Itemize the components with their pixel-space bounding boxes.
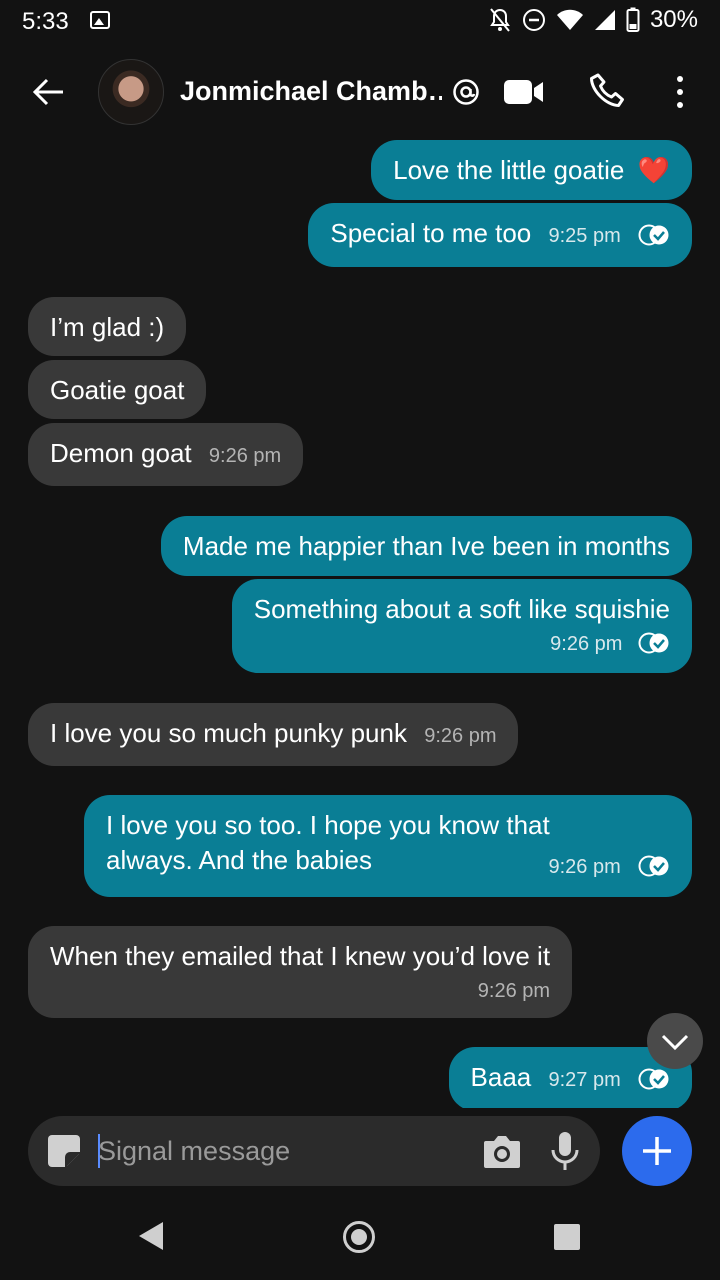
- message-text: Goatie goat: [50, 375, 185, 405]
- plus-icon: [643, 1137, 671, 1165]
- contact-name[interactable]: Jonmichael Chamb…: [180, 76, 442, 107]
- avatar[interactable]: [98, 59, 164, 125]
- message-time: 9:27 pm: [548, 1069, 621, 1091]
- sticker-icon[interactable]: [46, 1133, 82, 1169]
- gallery-notification-icon: [90, 11, 110, 29]
- wifi-icon: [556, 9, 583, 30]
- camera-icon[interactable]: [482, 1132, 522, 1170]
- system-navigation-bar: [0, 1190, 720, 1280]
- battery-percent: 30%: [649, 6, 698, 33]
- message-text: Special to me too: [330, 218, 532, 248]
- message-bubble-outgoing[interactable]: Special to me too 9:25 pm: [308, 203, 692, 267]
- back-arrow-icon[interactable]: [30, 74, 66, 110]
- message-time: 9:26 pm: [548, 856, 621, 878]
- overflow-menu-icon[interactable]: [670, 74, 690, 110]
- conversation-header: Jonmichael Chamb…: [0, 44, 720, 140]
- phone-call-icon[interactable]: [588, 72, 628, 112]
- heart-emoji: ❤️: [637, 155, 670, 185]
- message-text: Baaa: [470, 1062, 532, 1092]
- delivered-check-icon: [638, 855, 669, 877]
- delivered-check-icon: [638, 632, 669, 654]
- message-time: 9:26 pm: [208, 445, 282, 467]
- message-text: Demon goat: [50, 438, 192, 468]
- message-text-line: always. And the babies: [106, 845, 372, 875]
- scroll-to-bottom-button[interactable]: [647, 1013, 703, 1069]
- message-time: 9:25 pm: [548, 225, 621, 247]
- message-bubble-incoming[interactable]: When they emailed that I knew you’d love…: [28, 926, 573, 1018]
- message-time: 9:26 pm: [477, 980, 551, 1002]
- message-bubble-incoming[interactable]: Demon goat 9:26 pm: [28, 423, 304, 486]
- message-time: 9:26 pm: [550, 633, 623, 655]
- message-time: 9:26 pm: [424, 725, 497, 747]
- status-time: 5:33: [22, 8, 69, 35]
- message-bubble-outgoing[interactable]: I love you so too. I hope you know that …: [84, 795, 692, 897]
- message-text: Made me happier than Ive been in months: [182, 531, 670, 561]
- message-bubble-incoming[interactable]: I’m glad :): [28, 297, 187, 356]
- attachment-add-button[interactable]: [622, 1116, 692, 1186]
- nav-home-icon[interactable]: [343, 1221, 375, 1253]
- message-composer: [28, 1116, 600, 1186]
- microphone-icon[interactable]: [550, 1130, 580, 1172]
- message-text: Love the little goatie: [393, 155, 625, 185]
- chevron-down-icon: [661, 1034, 689, 1051]
- message-input[interactable]: [98, 1116, 478, 1186]
- message-bubble-incoming[interactable]: Goatie goat: [28, 360, 207, 419]
- message-bubble-outgoing[interactable]: Love the little goatie ❤️: [371, 140, 692, 200]
- delivered-check-icon: [638, 224, 669, 246]
- nav-back-icon[interactable]: [137, 1220, 165, 1252]
- message-list[interactable]: Love the little goatie ❤️ Special to me …: [0, 140, 720, 1108]
- notifications-off-icon: [490, 8, 510, 32]
- nav-recents-icon[interactable]: [554, 1224, 580, 1250]
- delivered-check-icon: [638, 1068, 669, 1090]
- message-text: When they emailed that I knew you’d love…: [50, 941, 551, 971]
- message-text: Something about a soft like squishie: [253, 594, 670, 624]
- video-call-icon[interactable]: [503, 78, 545, 106]
- message-text-line: I love you so too. I hope you know that: [106, 810, 550, 840]
- message-text: I love you so much punky punk: [50, 718, 407, 748]
- username-at-icon: [453, 79, 479, 105]
- cell-signal-icon: [594, 10, 615, 30]
- message-bubble-incoming[interactable]: I love you so much punky punk 9:26 pm: [28, 703, 519, 766]
- battery-icon: [626, 7, 640, 32]
- message-bubble-outgoing[interactable]: Made me happier than Ive been in months: [160, 516, 692, 576]
- message-text: I’m glad :): [50, 312, 165, 342]
- status-bar: 5:33 30%: [0, 0, 720, 44]
- do-not-disturb-icon: [522, 9, 545, 31]
- message-bubble-outgoing[interactable]: Something about a soft like squishie 9:2…: [231, 579, 692, 673]
